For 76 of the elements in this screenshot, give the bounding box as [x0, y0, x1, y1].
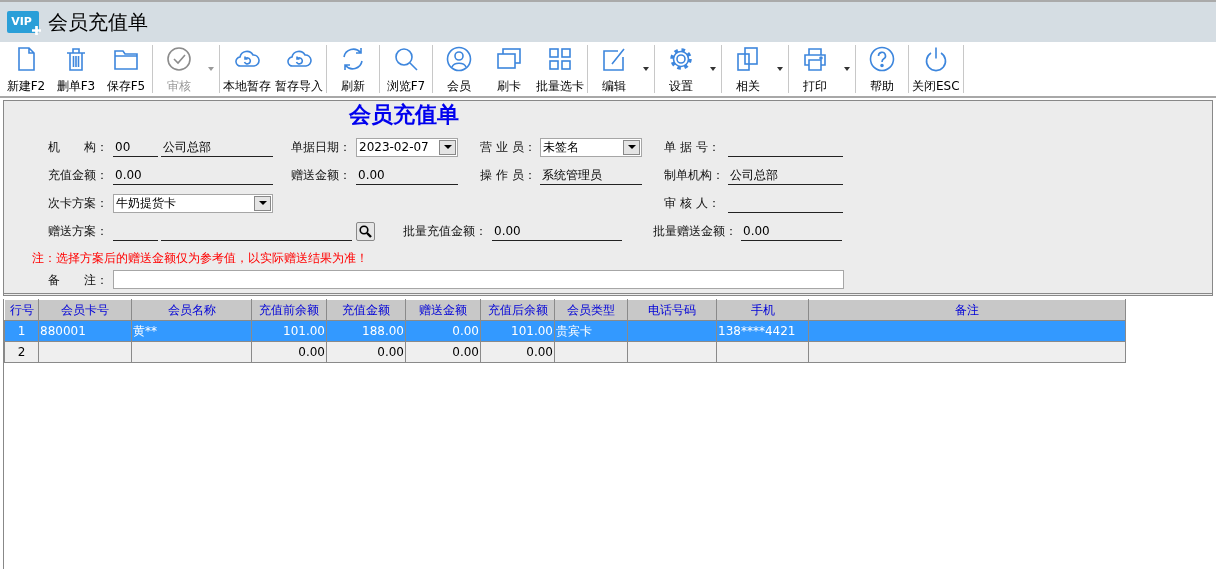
settings-icon [667, 45, 695, 73]
text-field[interactable]: 公司总部 [728, 165, 843, 185]
field-label: 批量充值金额： [403, 224, 488, 239]
field-label: 次卡方案： [48, 196, 109, 211]
user-icon [445, 45, 473, 73]
search-button[interactable] [356, 221, 375, 241]
dropdown-field[interactable]: 牛奶提货卡 [113, 193, 273, 213]
printer-icon [801, 45, 829, 73]
field-label: 单 据 号： [664, 140, 721, 155]
column-header[interactable]: 会员名称 [131, 299, 252, 321]
column-header[interactable]: 会员卡号 [38, 299, 132, 321]
field-label: 营 业 员： [480, 140, 537, 155]
column-header[interactable]: 电话号码 [627, 299, 717, 321]
toolbar-button[interactable]: 编辑 [589, 45, 639, 93]
text-field[interactable]: 0.00 [356, 165, 458, 185]
column-header[interactable]: 赠送金额 [405, 299, 481, 321]
text-field[interactable]: 0.00 [492, 221, 622, 241]
window-title: 会员充值单 [48, 10, 148, 34]
toolbar-button[interactable]: 浏览F7 [381, 45, 431, 93]
row-number: 1 [4, 320, 39, 342]
dropdown-button[interactable] [623, 139, 640, 155]
check-icon [165, 45, 193, 73]
column-header[interactable]: 充值前余额 [251, 299, 327, 321]
toolbar-button[interactable]: 刷卡 [484, 45, 534, 93]
search-icon [359, 224, 372, 238]
caret-icon[interactable] [710, 67, 716, 71]
field-label: 充值金额： [48, 168, 109, 183]
column-header[interactable]: 充值金额 [326, 299, 406, 321]
toolbar-button[interactable]: 设置 [656, 45, 706, 93]
grid-icon [546, 45, 574, 73]
dropdown-field[interactable]: 2023-02-07 [356, 137, 458, 157]
dropdown-field[interactable]: 未签名 [540, 137, 642, 157]
column-header[interactable]: 手机 [716, 299, 809, 321]
toolbar-button[interactable]: 会员 [434, 45, 484, 93]
row-number: 2 [4, 341, 39, 363]
toolbar-button[interactable]: 保存F5 [101, 45, 151, 93]
field-label: 制单机构： [664, 168, 725, 183]
toolbar-button[interactable]: 暂存导入 [273, 45, 325, 93]
toolbar-button[interactable]: 刷新 [328, 45, 378, 93]
toolbar-button[interactable]: 打印 [790, 45, 840, 93]
remark-field[interactable] [113, 270, 844, 290]
text-field[interactable]: 系统管理员 [540, 165, 642, 185]
toolbar-button[interactable]: 关闭ESC [910, 45, 962, 93]
toolbar-button[interactable]: 帮助 [857, 45, 907, 93]
caret-icon[interactable] [643, 67, 649, 71]
form-heading: 会员充值单 [349, 103, 459, 125]
help-icon [868, 45, 896, 73]
field-label: 备 注： [48, 272, 109, 287]
field-label: 赠送金额： [291, 168, 352, 183]
table-row[interactable]: 2 0.00 0.00 0.00 0.00 [4, 341, 1126, 363]
toolbar-button[interactable]: 相关 [723, 45, 773, 93]
column-header[interactable]: 会员类型 [554, 299, 628, 321]
field-label: 批量赠送金额： [653, 224, 738, 239]
field-label: 机 构： [48, 140, 109, 155]
toolbar-button[interactable]: 新建F2 [1, 45, 51, 93]
column-header[interactable]: 行号 [4, 299, 39, 321]
field-label: 操 作 员： [480, 168, 537, 183]
field-label: 单据日期： [291, 140, 352, 155]
field-label: 赠送方案： [48, 224, 109, 239]
text-field[interactable]: 0.00 [113, 165, 273, 185]
toolbar-button[interactable]: 删单F3 [51, 45, 101, 93]
column-header[interactable]: 充值后余额 [480, 299, 555, 321]
dropdown-button[interactable] [439, 139, 456, 155]
note-text: 注：选择方案后的赠送金额仅为参考值，以实际赠送结果为准！ [32, 251, 368, 266]
toolbar-button[interactable]: 本地暂存 [221, 45, 273, 93]
search-icon [392, 45, 420, 73]
dropdown-button[interactable] [254, 195, 271, 211]
field-label: 审 核 人： [664, 196, 721, 211]
column-header[interactable]: 备注 [808, 299, 1126, 321]
toolbar-button[interactable]: 批量选卡 [534, 45, 586, 93]
text-field[interactable]: 0.00 [741, 221, 842, 241]
caret-icon[interactable] [844, 67, 850, 71]
caret-icon[interactable] [777, 67, 783, 71]
text-field[interactable]: 公司总部 [161, 137, 273, 157]
code-field[interactable]: 00 [113, 137, 158, 157]
vip-logo: VIP [7, 11, 39, 33]
